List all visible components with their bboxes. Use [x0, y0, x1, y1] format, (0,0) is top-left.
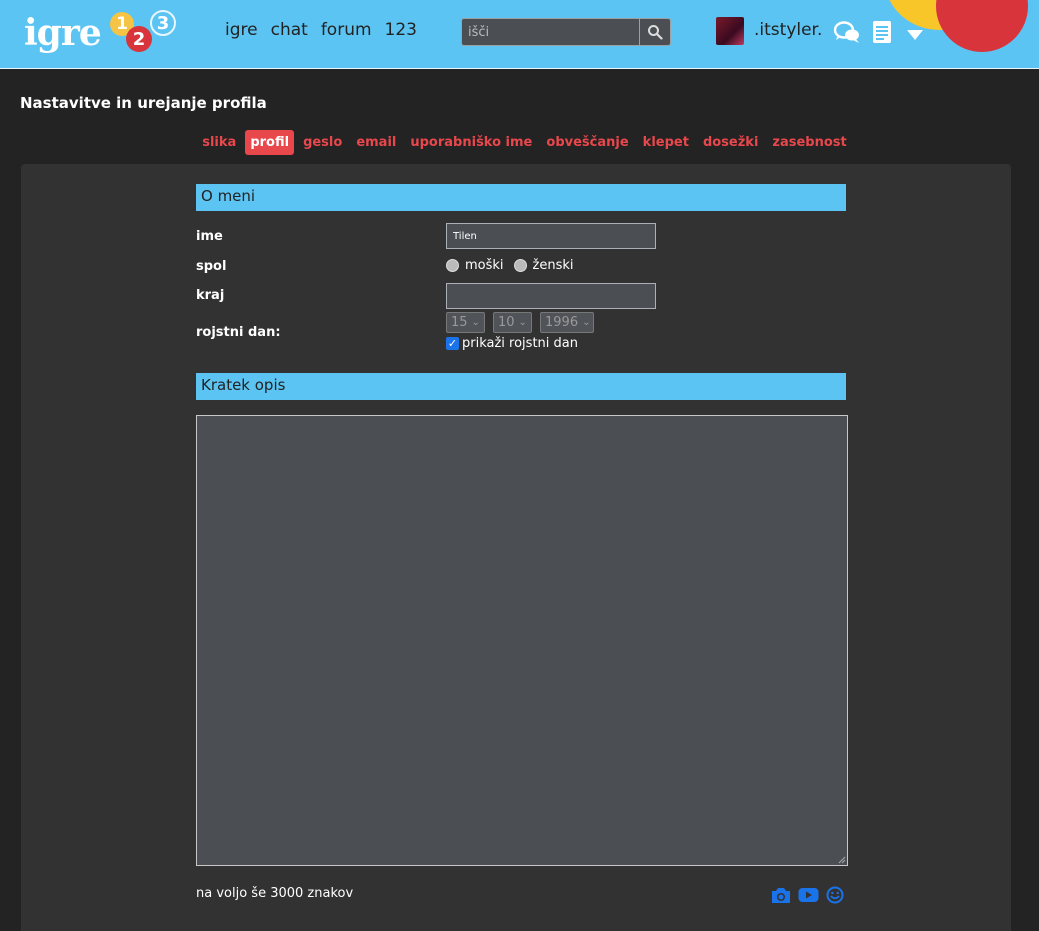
document-icon[interactable]	[871, 20, 893, 48]
tab-zasebnost[interactable]: zasebnost	[767, 130, 851, 155]
search-button[interactable]	[639, 18, 671, 46]
top-header: igre 1 2 3 igre chat forum 123 .itstyler…	[0, 0, 1039, 69]
tab-email[interactable]: email	[351, 130, 401, 155]
section-heading-description: Kratek opis	[196, 373, 846, 400]
city-field[interactable]	[446, 283, 656, 309]
chevron-down-icon: ⌄	[471, 317, 480, 328]
tab-klepet[interactable]: klepet	[638, 130, 694, 155]
birthday-month-value: 10	[498, 315, 515, 330]
youtube-icon[interactable]	[798, 887, 819, 903]
description-tools	[771, 886, 844, 904]
resize-handle-icon[interactable]	[838, 856, 846, 864]
gender-label-female[interactable]: ženski	[533, 258, 574, 273]
tab-slika[interactable]: slika	[197, 130, 241, 155]
birthday-selects: 15 ⌄ 10 ⌄ 1996 ⌄	[446, 312, 594, 333]
logo-digit-3: 3	[150, 10, 176, 36]
page-title: Nastavitve in urejanje profila	[20, 94, 267, 112]
birthday-day-value: 15	[451, 315, 468, 330]
search-input[interactable]	[461, 18, 639, 46]
name-field[interactable]	[446, 223, 656, 249]
nav-chat[interactable]: chat	[271, 20, 308, 40]
birthday-year-value: 1996	[545, 315, 579, 330]
birthday-label: rojstni dan:	[196, 325, 281, 340]
nav-igre[interactable]: igre	[225, 20, 258, 40]
show-birthday-checkbox[interactable]: ✓	[446, 337, 459, 350]
gender-radio-female[interactable]	[513, 259, 527, 272]
tab-geslo[interactable]: geslo	[298, 130, 347, 155]
gender-label: spol	[196, 259, 227, 274]
camera-icon[interactable]	[771, 887, 791, 904]
main-nav: igre chat forum 123	[225, 20, 417, 40]
nav-123[interactable]: 123	[385, 20, 417, 40]
name-label: ime	[196, 229, 223, 244]
show-birthday-row: ✓ prikaži rojstni dan	[446, 336, 578, 351]
tab-dosezki[interactable]: dosežki	[698, 130, 763, 155]
logo-digit-2: 2	[126, 26, 152, 52]
chevron-down-icon: ⌄	[582, 317, 591, 328]
nav-forum[interactable]: forum	[321, 20, 372, 40]
settings-tabs: slika profil geslo email uporabniško ime…	[0, 130, 1039, 155]
birthday-day-select[interactable]: 15 ⌄	[446, 312, 485, 333]
tab-obvescanje[interactable]: obveščanje	[541, 130, 633, 155]
avatar[interactable]	[716, 17, 744, 45]
birthday-month-select[interactable]: 10 ⌄	[493, 312, 532, 333]
city-label: kraj	[196, 288, 225, 303]
section-heading-about: O meni	[196, 184, 846, 211]
search-icon	[648, 25, 663, 40]
gender-label-male[interactable]: moški	[465, 258, 504, 273]
site-logo[interactable]: igre 1 2 3	[24, 8, 184, 58]
chevron-down-icon: ⌄	[518, 317, 527, 328]
caret-down-icon[interactable]	[906, 26, 924, 45]
remaining-chars: na voljo še 3000 znakov	[196, 886, 354, 901]
gender-radio-male[interactable]	[446, 259, 459, 272]
decor-circle-red	[936, 0, 1028, 52]
description-textarea[interactable]	[196, 415, 848, 866]
tab-uporabnisko-ime[interactable]: uporabniško ime	[405, 130, 537, 155]
logo-text: igre	[24, 12, 102, 54]
tab-profil[interactable]: profil	[245, 130, 295, 155]
chat-bubbles-icon[interactable]	[833, 20, 862, 48]
show-birthday-label[interactable]: prikaži rojstni dan	[462, 336, 578, 351]
username[interactable]: .itstyler.	[754, 20, 822, 40]
birthday-year-select[interactable]: 1996 ⌄	[540, 312, 594, 333]
search-box	[461, 18, 671, 46]
gender-radio-group: moški ženski	[446, 258, 584, 273]
smiley-icon[interactable]	[826, 886, 844, 904]
